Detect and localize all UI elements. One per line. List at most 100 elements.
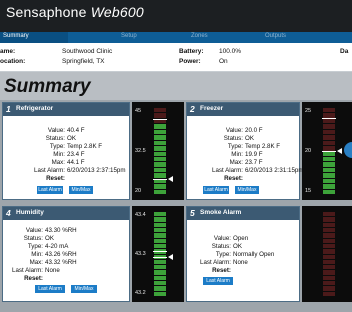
gauge-segment <box>154 227 166 233</box>
row-value: 40.4 F <box>67 127 85 134</box>
gauge-segment <box>154 146 166 151</box>
zone-title: Refrigerator <box>16 105 54 112</box>
gauge-limit-marker <box>153 178 167 180</box>
row-label: Status: <box>23 235 43 242</box>
sensaphone-window: Sensaphone Web600 Summary Setup Zones Ou… <box>0 0 352 312</box>
gauge-segment <box>323 227 335 233</box>
gauge-value-pointer <box>168 175 173 182</box>
row-label: Type: <box>49 143 65 150</box>
battery-value: 100.0% <box>219 48 242 55</box>
reset-label: Reset: <box>212 267 231 274</box>
zone-panel-1: 1 Refrigerator Value: 40.4 F Status: OK … <box>2 102 130 200</box>
name-label: ame: <box>0 48 16 55</box>
gauge-segment <box>154 212 166 217</box>
row-value: Temp 2.8K F <box>67 143 103 150</box>
zone-header: 1 Refrigerator <box>3 103 129 116</box>
gauge-tick-label: 20 <box>135 188 142 194</box>
row-value: Normally Open <box>233 251 275 258</box>
gauge-tick-label: 15 <box>305 188 312 194</box>
zone-title: Smoke Alarm <box>200 209 242 216</box>
min-max-reset-button[interactable]: Min/Max <box>69 186 93 194</box>
gauge-segment <box>323 173 335 178</box>
gauge-tick-label: 45 <box>135 108 142 114</box>
gauge-segment <box>323 184 335 189</box>
gauge-segment <box>154 156 166 162</box>
gauge-segment <box>323 151 335 156</box>
gauge-segment <box>323 270 335 275</box>
gauge-tick-label: 25 <box>305 108 312 114</box>
row-label: Min: <box>31 251 43 258</box>
row-label: Value: <box>213 235 231 242</box>
last-alarm-reset-button[interactable]: Last Alarm <box>35 285 65 293</box>
row-label: Value: <box>25 227 43 234</box>
row-label: Value: <box>225 127 243 134</box>
gauge-segment <box>154 286 166 291</box>
gauge-segment <box>154 173 166 178</box>
zone-panel-5: 5 Smoke Alarm Value: Open Status: OK Typ… <box>186 206 300 302</box>
brand-logo: Sensaphone Web600 <box>6 4 144 20</box>
min-max-reset-button[interactable]: Min/Max <box>71 285 97 293</box>
gauge-segment <box>154 259 166 265</box>
row-value: 43.26 %RH <box>45 251 77 258</box>
row-label: Status: <box>45 135 65 142</box>
page-title: Summary <box>4 76 91 97</box>
row-label: Min: <box>53 151 65 158</box>
gauge-segment <box>323 135 335 140</box>
row-label: Last Alarm: <box>12 267 43 274</box>
gauge-segment <box>154 265 166 270</box>
row-value: OK <box>45 235 54 242</box>
nav-tab-summary[interactable]: Summary <box>3 33 29 39</box>
last-alarm-reset-button[interactable]: Last Alarm <box>37 186 63 194</box>
zone-title: Humidity <box>16 209 44 216</box>
gauge-value-pointer <box>337 148 342 154</box>
row-value: None <box>233 259 248 266</box>
gauge-limit-marker <box>322 151 336 152</box>
gauge-segment <box>154 217 166 222</box>
gauge-value-pointer <box>168 253 173 260</box>
zone-header: 5 Smoke Alarm <box>187 207 299 220</box>
zone-number: 4 <box>6 208 11 218</box>
gauge-segment <box>323 265 335 270</box>
row-label: Max: <box>29 259 43 266</box>
brand-prefix: Sensaphone <box>6 4 87 20</box>
gauge-tick-label: 43.4 <box>135 212 146 218</box>
gauge-segment <box>323 162 335 167</box>
gauge-tick-label: 20 <box>305 148 312 154</box>
row-value: 43.30 %RH <box>45 227 77 234</box>
gauge-limit-marker <box>153 250 167 252</box>
gauge-segment <box>323 259 335 265</box>
row-value: OK <box>245 135 254 142</box>
gauge-segment <box>323 108 335 113</box>
gauge-tick-label: 43.2 <box>135 290 146 296</box>
row-value: 6/20/2013 2:31:15pm <box>245 167 304 174</box>
zone-number: 5 <box>190 208 195 218</box>
nav-tab-setup[interactable]: Setup <box>121 33 137 39</box>
row-label: Type: <box>27 243 43 250</box>
gauge-segment <box>323 291 335 296</box>
gauge-tick-label: 32.5 <box>135 148 146 154</box>
row-label: Last Alarm: <box>212 167 243 174</box>
gauge-segment <box>154 222 166 227</box>
reset-label: Reset: <box>224 175 243 182</box>
gauge-segment <box>323 286 335 291</box>
min-max-reset-button[interactable]: Min/Max <box>235 186 259 194</box>
last-alarm-reset-button[interactable]: Last Alarm <box>203 277 233 285</box>
zone-header: 4 Humidity <box>3 207 129 220</box>
row-label: Status: <box>223 135 243 142</box>
gauge-segment <box>323 124 335 129</box>
gauge-segment <box>323 249 335 254</box>
brand-product: Web600 <box>90 4 144 20</box>
row-label: Last Alarm: <box>200 259 231 266</box>
zone-gauge-5 <box>302 206 352 302</box>
row-label: Last Alarm: <box>34 167 65 174</box>
last-alarm-reset-button[interactable]: Last Alarm <box>203 186 229 194</box>
zone-panel-4: 4 Humidity Value: 43.30 %RH Status: OK T… <box>2 206 130 302</box>
gauge-limit-marker <box>153 256 167 258</box>
zone-number: 1 <box>6 104 11 114</box>
gauge-segment <box>323 222 335 227</box>
nav-tab-zones[interactable]: Zones <box>191 33 208 39</box>
nav-tab-outputs[interactable]: Outputs <box>265 33 286 39</box>
row-label: Value: <box>47 127 65 134</box>
name-value: Southwood Clinic <box>62 48 113 55</box>
gauge-segment <box>323 178 335 184</box>
